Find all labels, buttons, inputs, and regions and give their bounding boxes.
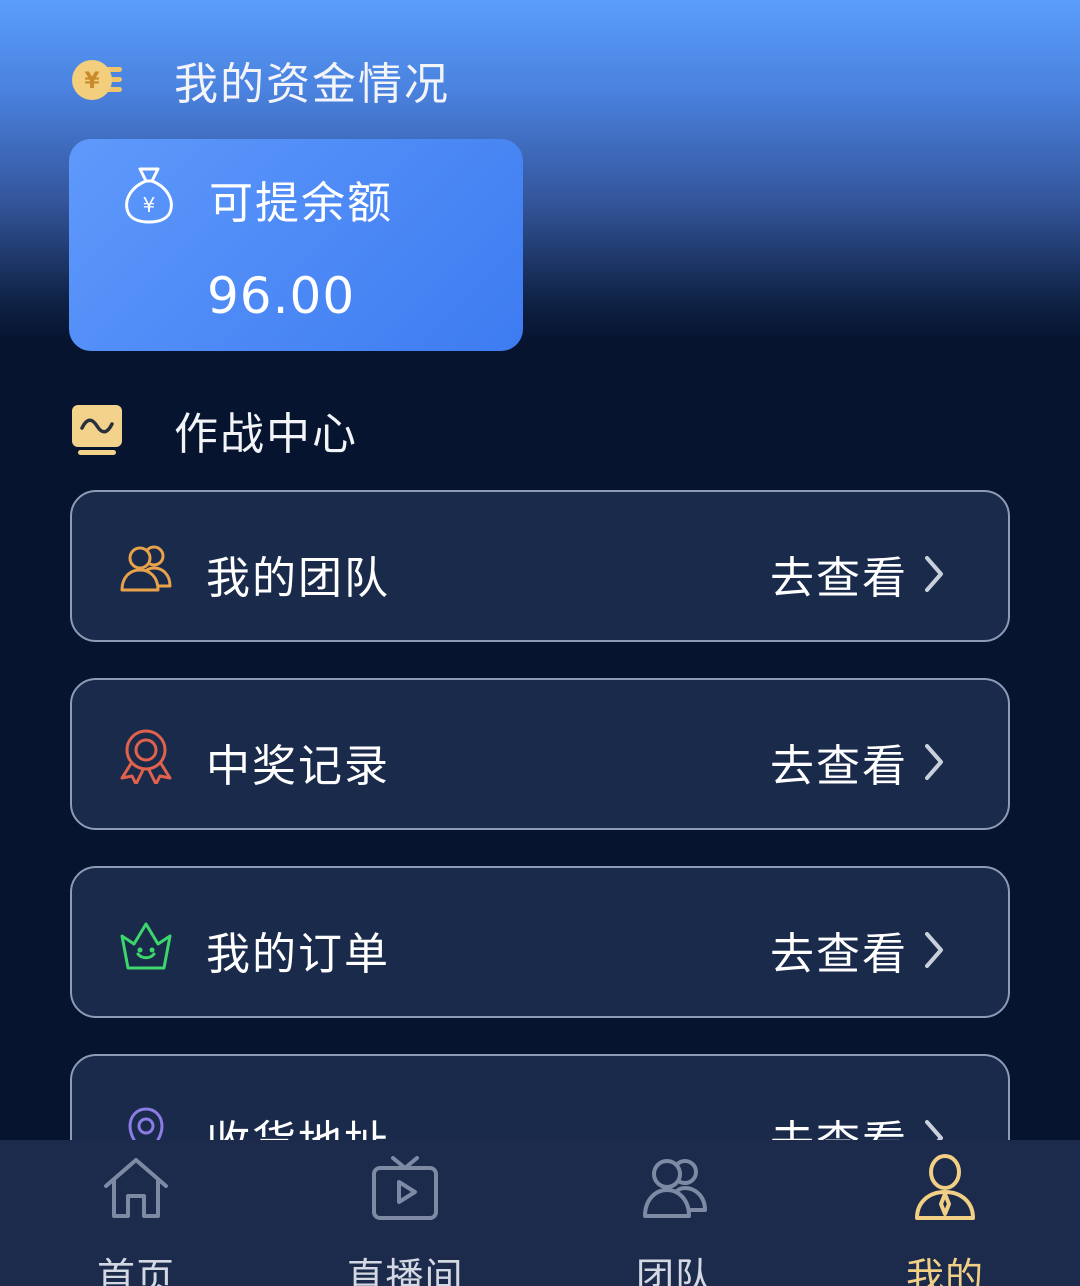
tab-team[interactable]: 团队 [575,1140,775,1286]
money-bag-icon: ¥ [121,165,177,225]
combat-section-header: 作战中心 [70,398,358,462]
withdrawable-balance-card[interactable]: ¥ 可提余额 96.00 [69,139,523,351]
balance-label: 可提余额 [209,178,393,229]
chevron-right-icon [925,744,943,780]
menu-item-my-orders[interactable]: 我的订单 去查看 [70,866,1010,1018]
team-icon [118,540,174,596]
tab-label: 我的 [905,1255,984,1286]
view-link[interactable]: 去查看 [770,918,946,982]
menu-item-my-team[interactable]: 我的团队 去查看 [70,490,1010,642]
chevron-right-icon [925,932,943,968]
chevron-right-icon [925,556,943,592]
view-link[interactable]: 去查看 [770,542,946,606]
view-link[interactable]: 去查看 [770,730,946,794]
award-ribbon-icon [118,728,174,786]
tab-label: 首页 [96,1255,175,1286]
svg-text:¥: ¥ [84,69,100,94]
crown-basket-icon [118,916,174,972]
combat-section-title: 作战中心 [174,409,358,460]
yen-coin-icon: ¥ [70,53,124,107]
view-link-text: 去查看 [770,929,908,980]
funds-section-header: ¥ 我的资金情况 [70,48,450,112]
trend-wave-icon [70,403,124,457]
team-icon [639,1152,711,1224]
tab-label: 团队 [635,1255,714,1286]
tab-live-room[interactable]: 直播间 [305,1140,505,1286]
view-link-text: 去查看 [770,553,908,604]
balance-value: 96.00 [207,267,356,325]
profile-icon [909,1152,981,1224]
bottom-tab-bar: 首页 直播间 团队 我的 [0,1140,1080,1286]
tab-home[interactable]: 首页 [36,1140,236,1286]
tab-label: 直播间 [346,1255,464,1286]
home-icon [100,1152,172,1224]
view-link-text: 去查看 [770,741,908,792]
menu-item-label: 我的团队 [206,553,390,604]
menu-item-award-records[interactable]: 中奖记录 去查看 [70,678,1010,830]
menu-item-label: 我的订单 [206,929,390,980]
menu-item-label: 中奖记录 [206,741,390,792]
svg-text:¥: ¥ [143,193,156,217]
funds-section-title: 我的资金情况 [174,59,450,110]
tab-profile[interactable]: 我的 [845,1140,1045,1286]
live-tv-icon [369,1152,441,1224]
